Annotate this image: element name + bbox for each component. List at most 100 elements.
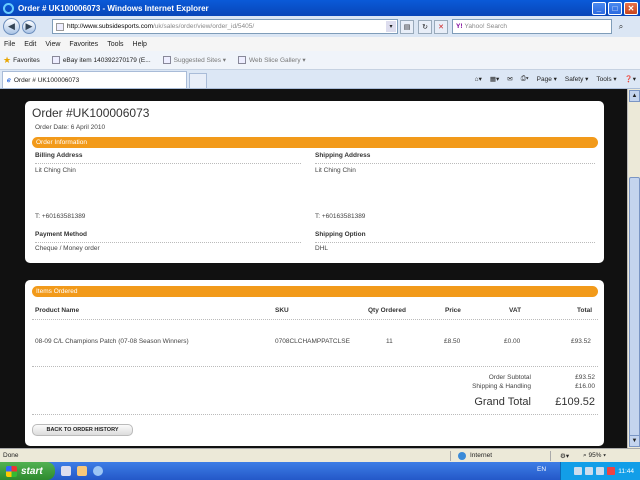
yahoo-logo-icon: Y! bbox=[456, 23, 463, 30]
col-product-name: Product Name bbox=[35, 307, 80, 314]
col-qty-ordered: Qty Ordered bbox=[368, 307, 406, 314]
clock: 11:44 bbox=[618, 467, 634, 475]
search-input[interactable]: Y! Yahoo! Search bbox=[452, 19, 612, 34]
refresh-icon[interactable]: ↻ bbox=[418, 20, 432, 34]
vertical-scrollbar[interactable]: ▲ ▼ bbox=[627, 89, 640, 448]
menu-favorites[interactable]: Favorites bbox=[69, 41, 98, 48]
help-icon[interactable]: ❓▾ bbox=[625, 75, 636, 83]
col-total: Total bbox=[577, 307, 593, 314]
tab-order[interactable]: ℯ Order # UK100006073 bbox=[2, 71, 187, 88]
tab-page-icon: ℯ bbox=[7, 77, 11, 84]
order-info-header: Order Information bbox=[32, 137, 598, 148]
zoom-level: 95% bbox=[588, 452, 602, 459]
row-total: £93.52 bbox=[571, 338, 591, 345]
ie-logo-icon bbox=[3, 2, 14, 14]
shipping-handling-value: £16.00 bbox=[575, 383, 595, 390]
scroll-up-icon[interactable]: ▲ bbox=[629, 90, 640, 102]
tab-label: Order # UK100006073 bbox=[13, 76, 80, 84]
divider bbox=[450, 451, 451, 461]
star-icon: ★ bbox=[3, 54, 12, 65]
favorite-ebay-item[interactable]: eBay item 140392270179 (E... bbox=[51, 56, 151, 64]
quicklaunch-ie-icon[interactable] bbox=[93, 466, 103, 476]
favorites-label: Favorites bbox=[13, 56, 40, 64]
back-button[interactable]: ◀ bbox=[3, 18, 20, 35]
quicklaunch-desktop-icon[interactable] bbox=[61, 466, 71, 476]
divider bbox=[35, 242, 301, 243]
favorites-bar: ★ Favorites eBay item 140392270179 (E...… bbox=[0, 51, 640, 70]
new-tab-button[interactable] bbox=[189, 73, 207, 88]
compatibility-icon[interactable]: ▤ bbox=[400, 20, 414, 34]
address-field[interactable]: http://www.subsidesports.com/uk/sales/or… bbox=[52, 19, 398, 34]
windows-flag-icon bbox=[6, 465, 17, 477]
order-info-panel: Order #UK100006073 Order Date: 6 April 2… bbox=[25, 101, 604, 263]
shipping-phone: T: +60163581389 bbox=[315, 213, 366, 220]
grand-total-value: £109.52 bbox=[555, 396, 595, 408]
volume-icon[interactable] bbox=[585, 467, 594, 475]
web-slice-icon bbox=[238, 56, 247, 64]
menu-help[interactable]: Help bbox=[133, 41, 147, 48]
order-date: Order Date: 6 April 2010 bbox=[35, 124, 106, 131]
taskbar: start EN 11:44 bbox=[0, 462, 640, 480]
favorite-web-slice-gallery[interactable]: Web Slice Gallery ▾ bbox=[238, 56, 306, 64]
suggested-sites-label: Suggested Sites ▾ bbox=[173, 57, 227, 64]
cmd-safety[interactable]: Safety ▾ bbox=[565, 75, 589, 83]
payment-method-value: Cheque / Money order bbox=[35, 245, 100, 252]
divider bbox=[35, 163, 301, 164]
system-tray: 11:44 bbox=[560, 462, 640, 480]
favorites-button[interactable]: ★ Favorites bbox=[3, 55, 40, 66]
alert-icon[interactable] bbox=[607, 467, 616, 475]
divider bbox=[32, 366, 598, 367]
command-bar: ⌂▾ ▦▾ ✉ ⎙▾ Page ▾ Safety ▾ Tools ▾ ❓▾ bbox=[467, 71, 636, 86]
items-ordered-header: Items Ordered bbox=[32, 286, 598, 297]
items-ordered-panel: Items Ordered Product Name SKU Qty Order… bbox=[25, 280, 604, 446]
feeds-icon[interactable]: ▦▾ bbox=[490, 75, 499, 83]
billing-name: Lit Ching Chin bbox=[35, 167, 76, 174]
search-placeholder: Yahoo! Search bbox=[464, 23, 508, 30]
network-icon[interactable] bbox=[574, 467, 583, 475]
scroll-down-icon[interactable]: ▼ bbox=[629, 435, 640, 447]
address-path: /uk/sales/order/view/order_id/5405/ bbox=[152, 23, 255, 30]
cmd-tools[interactable]: Tools ▾ bbox=[596, 75, 616, 83]
status-text: Done bbox=[3, 452, 19, 459]
forward-button[interactable]: ▶ bbox=[22, 19, 36, 34]
window-title: Order # UK100006073 - Windows Internet E… bbox=[18, 3, 209, 13]
protected-mode-icon[interactable]: ⚙▾ bbox=[560, 452, 569, 460]
shipping-option-label: Shipping Option bbox=[315, 231, 366, 238]
web-slice-label: Web Slice Gallery ▾ bbox=[249, 57, 306, 64]
menu-tools[interactable]: Tools bbox=[107, 41, 123, 48]
print-icon[interactable]: ⎙▾ bbox=[521, 75, 529, 83]
language-indicator[interactable]: EN bbox=[537, 466, 546, 473]
close-button[interactable]: ✕ bbox=[624, 1, 638, 15]
internet-zone-icon bbox=[458, 452, 466, 460]
scroll-thumb[interactable] bbox=[629, 177, 640, 437]
zoom-control[interactable]: ⌕ 95% ▾ bbox=[583, 452, 606, 460]
maximize-button[interactable]: □ bbox=[608, 1, 622, 15]
stop-icon[interactable]: ✕ bbox=[434, 20, 448, 34]
billing-phone: T: +60163581389 bbox=[35, 213, 86, 220]
start-button[interactable]: start bbox=[0, 462, 55, 480]
address-dropdown-icon[interactable]: ▾ bbox=[386, 21, 396, 32]
subtotal-value: £93.52 bbox=[575, 374, 595, 381]
menu-view[interactable]: View bbox=[45, 41, 60, 48]
menu-file[interactable]: File bbox=[4, 41, 15, 48]
window-titlebar: Order # UK100006073 - Windows Internet E… bbox=[0, 0, 640, 16]
back-to-order-history-button[interactable]: BACK TO ORDER HISTORY bbox=[32, 424, 133, 436]
mail-icon[interactable]: ✉ bbox=[507, 75, 512, 83]
shipping-option-value: DHL bbox=[315, 245, 329, 252]
page-icon bbox=[56, 23, 64, 31]
subtotal-label: Order Subtotal bbox=[488, 374, 531, 381]
security-icon[interactable] bbox=[596, 467, 605, 475]
search-icon[interactable]: ⌕ bbox=[614, 20, 628, 34]
col-price: Price bbox=[445, 307, 461, 314]
menu-edit[interactable]: Edit bbox=[24, 41, 36, 48]
quicklaunch-media-icon[interactable] bbox=[77, 466, 87, 476]
home-icon[interactable]: ⌂▾ bbox=[475, 75, 482, 83]
divider bbox=[32, 319, 598, 320]
ebay-icon bbox=[51, 56, 60, 64]
favorite-suggested-sites[interactable]: Suggested Sites ▾ bbox=[162, 56, 227, 64]
grand-total-label: Grand Total bbox=[474, 396, 531, 408]
divider bbox=[550, 451, 551, 461]
cmd-page[interactable]: Page ▾ bbox=[537, 75, 557, 83]
minimize-button[interactable]: _ bbox=[592, 1, 606, 15]
address-domain: http://www.subsidesports.com bbox=[67, 23, 153, 30]
